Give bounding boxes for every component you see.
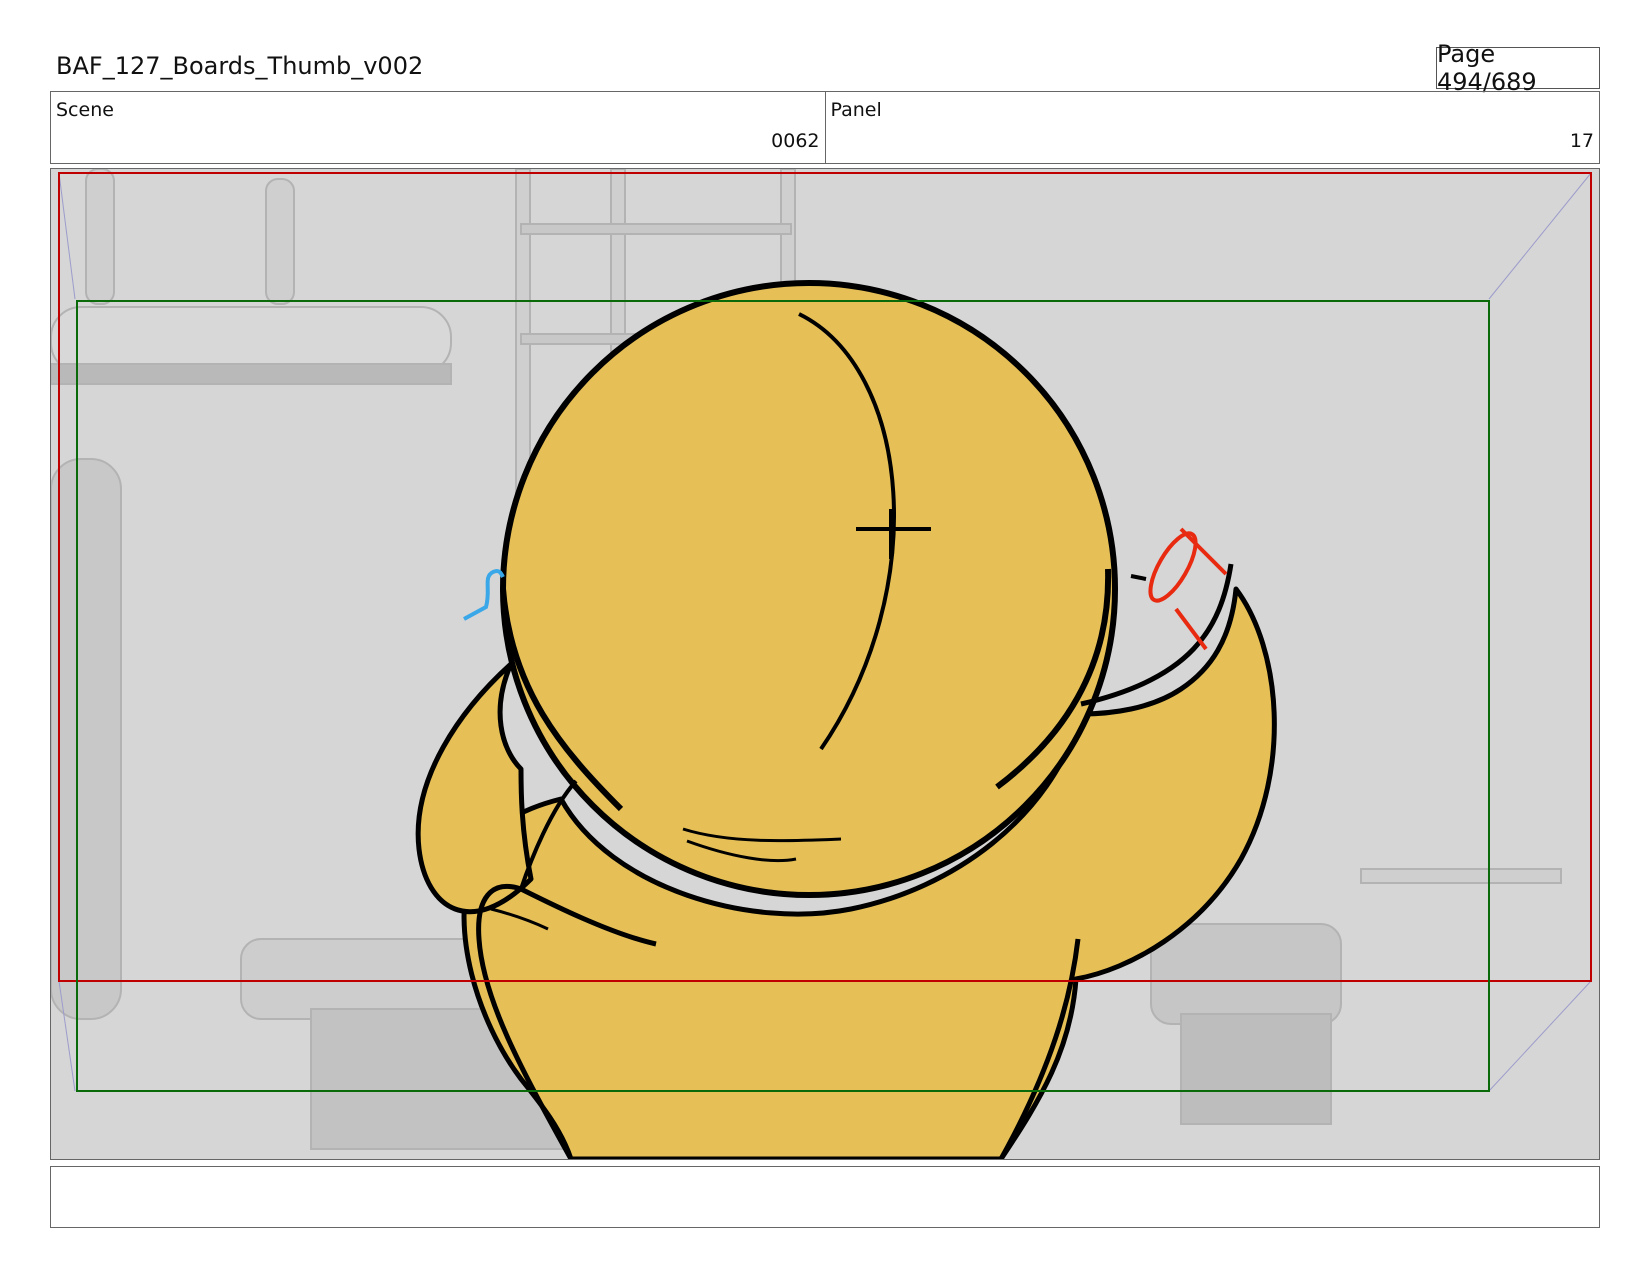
scene-panel-info: Scene 0062 Panel 17 bbox=[50, 91, 1600, 164]
page-number: Page 494/689 bbox=[1436, 40, 1600, 96]
document-title: BAF_127_Boards_Thumb_v002 bbox=[56, 52, 424, 80]
notes-box bbox=[50, 1166, 1600, 1228]
scene-label: Scene bbox=[56, 99, 114, 121]
duck-head bbox=[500, 280, 1118, 898]
panel-label: Panel bbox=[830, 99, 882, 121]
panel-cell: Panel 17 bbox=[824, 92, 1600, 163]
panel-value: 17 bbox=[1569, 130, 1594, 152]
storyboard-drawing bbox=[51, 169, 1599, 1159]
storyboard-frame bbox=[50, 168, 1600, 1160]
scene-value: 0062 bbox=[771, 130, 820, 152]
scene-cell: Scene 0062 bbox=[51, 92, 825, 163]
